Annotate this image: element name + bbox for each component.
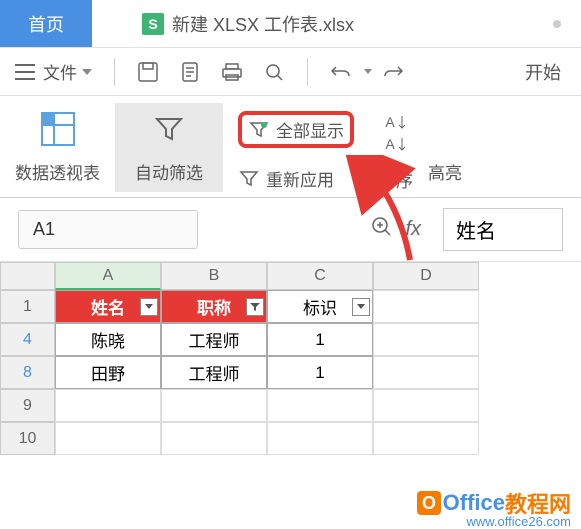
reapply-button[interactable]: 重新应用 xyxy=(238,166,334,191)
office-logo-icon: O xyxy=(415,489,443,517)
cell[interactable] xyxy=(373,323,479,356)
print-icon[interactable] xyxy=(221,61,243,83)
col-header-d[interactable]: D xyxy=(373,262,479,290)
sort-label: 排序 xyxy=(379,167,413,192)
fx-icon[interactable]: fx xyxy=(405,218,421,241)
divider xyxy=(114,58,115,86)
cell[interactable]: 1 xyxy=(267,323,373,356)
formula-bar[interactable]: 姓名 xyxy=(443,208,563,251)
funnel-icon xyxy=(151,111,187,147)
spreadsheet-grid[interactable]: A B C D 1 姓名 职称 标识 4 陈晓 工程师 1 8 田野 工程师 xyxy=(0,262,581,455)
hamburger-icon[interactable] xyxy=(15,64,35,80)
row-header[interactable]: 9 xyxy=(0,389,55,422)
zoom-icon[interactable] xyxy=(371,216,393,244)
sort-desc-button[interactable]: A xyxy=(385,136,406,152)
cell[interactable] xyxy=(55,422,161,455)
tab-home[interactable]: 首页 xyxy=(0,0,92,47)
funnel-reapply-icon xyxy=(238,168,260,190)
tab-indicator xyxy=(553,20,561,28)
cell[interactable] xyxy=(267,422,373,455)
row-header[interactable]: 1 xyxy=(0,290,55,323)
cell[interactable]: 姓名 xyxy=(55,290,161,323)
cell[interactable] xyxy=(161,422,267,455)
filter-dropdown-button[interactable] xyxy=(352,298,370,316)
sort-asc-button[interactable]: A xyxy=(385,114,406,130)
cell[interactable] xyxy=(373,389,479,422)
preview-icon[interactable] xyxy=(263,61,285,83)
pivot-label: 数据透视表 xyxy=(15,159,100,184)
cell[interactable]: 职称 xyxy=(161,290,267,323)
undo-icon[interactable] xyxy=(330,63,352,81)
cell[interactable]: 工程师 xyxy=(161,356,267,389)
cell[interactable]: 陈晓 xyxy=(55,323,161,356)
cell[interactable] xyxy=(55,389,161,422)
select-all-corner[interactable] xyxy=(0,262,55,290)
filter-dropdown-button[interactable] xyxy=(140,298,158,316)
doc-icon[interactable] xyxy=(179,61,201,83)
dropdown-icon xyxy=(82,69,92,75)
divider xyxy=(307,58,308,86)
show-all-button[interactable]: 全部显示 xyxy=(248,117,344,142)
auto-filter-label: 自动筛选 xyxy=(135,159,203,184)
funnel-clear-icon xyxy=(248,119,270,141)
undo-dropdown-icon[interactable] xyxy=(364,69,372,74)
cell[interactable]: 标识 xyxy=(267,290,373,323)
file-type-icon: S xyxy=(142,13,164,35)
filter-active-icon xyxy=(249,301,261,313)
highlight-annotation: 全部显示 xyxy=(238,111,354,148)
cell[interactable] xyxy=(161,389,267,422)
highlight-label: 高亮 xyxy=(428,159,462,184)
cell[interactable] xyxy=(373,356,479,389)
filter-dropdown-button[interactable] xyxy=(246,298,264,316)
cell[interactable]: 工程师 xyxy=(161,323,267,356)
file-menu[interactable]: 文件 xyxy=(43,59,92,84)
col-header-b[interactable]: B xyxy=(161,262,267,290)
name-box[interactable]: A1 xyxy=(18,210,198,249)
col-header-a[interactable]: A xyxy=(55,262,161,290)
tab-workbook[interactable]: S 新建 XLSX 工作表.xlsx xyxy=(142,11,354,37)
cell[interactable]: 1 xyxy=(267,356,373,389)
file-tab-label: 新建 XLSX 工作表.xlsx xyxy=(172,11,354,37)
pivot-icon xyxy=(40,111,76,147)
row-header[interactable]: 4 xyxy=(0,323,55,356)
cell[interactable] xyxy=(373,422,479,455)
svg-text:O: O xyxy=(422,493,436,513)
auto-filter-button[interactable]: 自动筛选 xyxy=(115,103,223,192)
cell[interactable] xyxy=(373,290,479,323)
cell[interactable] xyxy=(267,389,373,422)
ribbon-tab-start[interactable]: 开始 xyxy=(525,59,561,85)
row-header[interactable]: 10 xyxy=(0,422,55,455)
redo-icon[interactable] xyxy=(382,63,404,81)
row-header[interactable]: 8 xyxy=(0,356,55,389)
pivot-table-button[interactable]: 数据透视表 xyxy=(5,111,110,192)
col-header-c[interactable]: C xyxy=(267,262,373,290)
cell[interactable]: 田野 xyxy=(55,356,161,389)
save-icon[interactable] xyxy=(137,61,159,83)
